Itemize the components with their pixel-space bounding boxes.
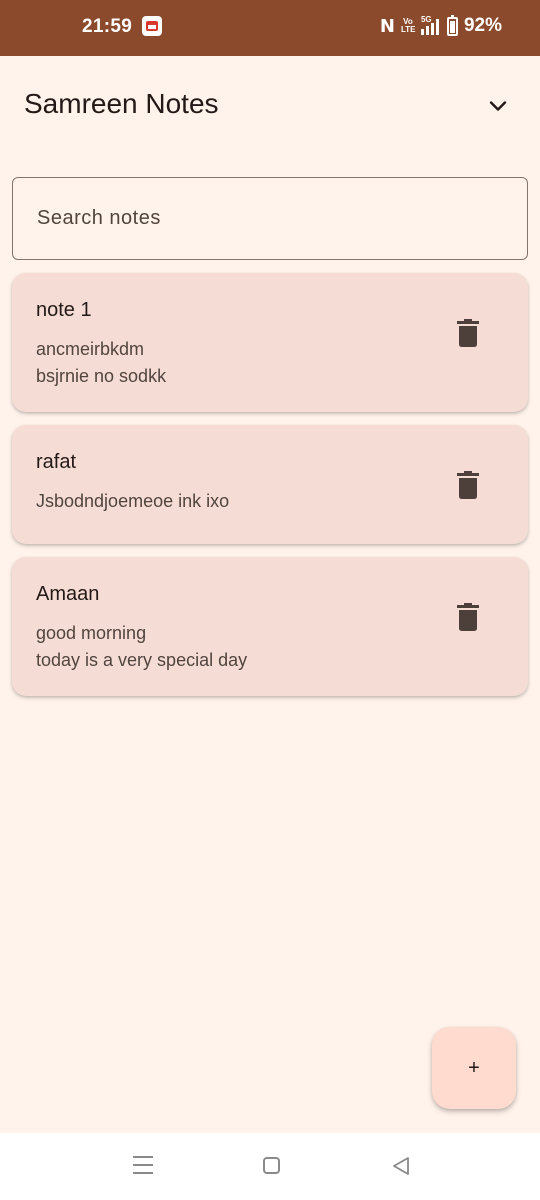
trash-icon	[457, 471, 479, 499]
trash-icon	[457, 319, 479, 347]
note-title: rafat	[36, 451, 77, 473]
recent-apps-icon[interactable]	[133, 1156, 153, 1174]
status-bar: 21:59 N Vo LTE 5G 92%	[0, 0, 540, 56]
network-type: 5G	[420, 15, 432, 24]
status-icons: N Vo LTE 5G 92%	[379, 14, 502, 37]
status-time: 21:59	[82, 16, 133, 37]
delete-button[interactable]	[456, 470, 480, 500]
search-input[interactable]	[37, 207, 527, 230]
home-icon[interactable]	[263, 1157, 280, 1174]
app-notification-icon	[142, 16, 162, 36]
volte-icon: Vo LTE	[400, 17, 416, 34]
page-title: Samreen Notes	[24, 88, 219, 119]
volte-label: Vo LTE	[400, 17, 416, 34]
note-body: ancmeirbkdm bsjrnie no sodkk	[36, 339, 167, 386]
delete-button[interactable]	[456, 318, 480, 348]
note-card[interactable]: rafat Jsbodndjoemeoe ink ixo	[12, 425, 528, 544]
note-body: Jsbodndjoemeoe ink ixo	[36, 491, 230, 511]
note-body: good morning today is a very special day	[36, 623, 248, 670]
note-card[interactable]: Amaan good morning today is a very speci…	[12, 557, 528, 696]
battery-percent: 92%	[463, 15, 502, 36]
system-nav-bar	[0, 1133, 540, 1200]
note-title: Amaan	[36, 583, 100, 605]
back-icon[interactable]	[391, 1156, 411, 1176]
signal-icon: 5G	[420, 15, 439, 35]
trash-icon	[457, 603, 479, 631]
nfc-icon: N	[379, 15, 395, 37]
note-title: note 1	[36, 299, 92, 321]
add-icon: +	[468, 1056, 480, 1079]
delete-button[interactable]	[456, 602, 480, 632]
battery-icon	[446, 14, 458, 36]
chevron-down-icon[interactable]	[484, 92, 512, 120]
search-box[interactable]	[12, 177, 528, 260]
add-note-button[interactable]: +	[432, 1027, 516, 1109]
note-card[interactable]: note 1 ancmeirbkdm bsjrnie no sodkk	[12, 273, 528, 412]
